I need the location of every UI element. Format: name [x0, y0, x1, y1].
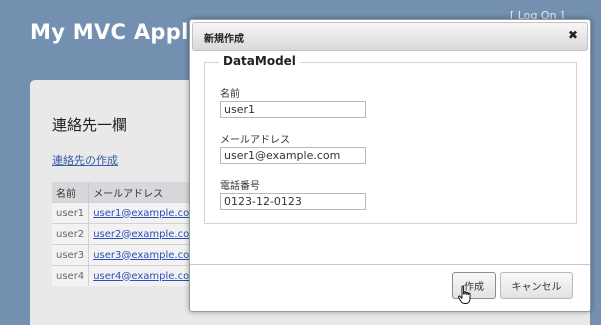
cancel-button[interactable]: キャンセル	[500, 272, 573, 299]
email-link[interactable]: user3@example.com	[93, 250, 199, 261]
close-icon[interactable]: ✖	[566, 28, 580, 42]
cell-email: user4@example.com	[88, 265, 204, 286]
column-header-email[interactable]: メールアドレス	[88, 182, 204, 203]
email-link[interactable]: user1@example.com	[93, 208, 199, 219]
dialog-footer-divider	[190, 264, 590, 265]
create-contact-link[interactable]: 連絡先の作成	[52, 152, 118, 168]
email-link[interactable]: user2@example.com	[93, 229, 199, 240]
cell-name: user4	[52, 265, 90, 286]
cell-name: user2	[52, 223, 90, 245]
page-heading: 連絡先一欄	[52, 116, 128, 134]
cell-name: user3	[52, 244, 90, 266]
fieldset-legend: DataModel	[219, 54, 300, 68]
datamodel-fieldset: DataModel 名前 メールアドレス 電話番号	[204, 54, 577, 224]
dialog-titlebar[interactable]: 新規作成 ✖	[192, 22, 588, 51]
name-label: 名前	[220, 89, 240, 100]
phone-label: 電話番号	[220, 181, 260, 192]
cell-name: user1	[52, 202, 90, 224]
cell-email: user3@example.com	[88, 244, 204, 266]
column-header-name[interactable]: 名前	[52, 182, 90, 203]
email-link[interactable]: user4@example.com	[93, 271, 199, 282]
dialog-title: 新規作成	[204, 34, 244, 45]
phone-input[interactable]	[220, 193, 366, 210]
name-input[interactable]	[220, 101, 366, 118]
email-input[interactable]	[220, 147, 366, 164]
hand-pointer-icon	[458, 285, 471, 304]
cell-email: user2@example.com	[88, 223, 204, 245]
cell-email: user1@example.com	[88, 202, 204, 224]
create-dialog: 新規作成 ✖ DataModel 名前 メールアドレス 電話番号 作成 キャンセ…	[189, 19, 591, 312]
email-label: メールアドレス	[220, 135, 290, 146]
